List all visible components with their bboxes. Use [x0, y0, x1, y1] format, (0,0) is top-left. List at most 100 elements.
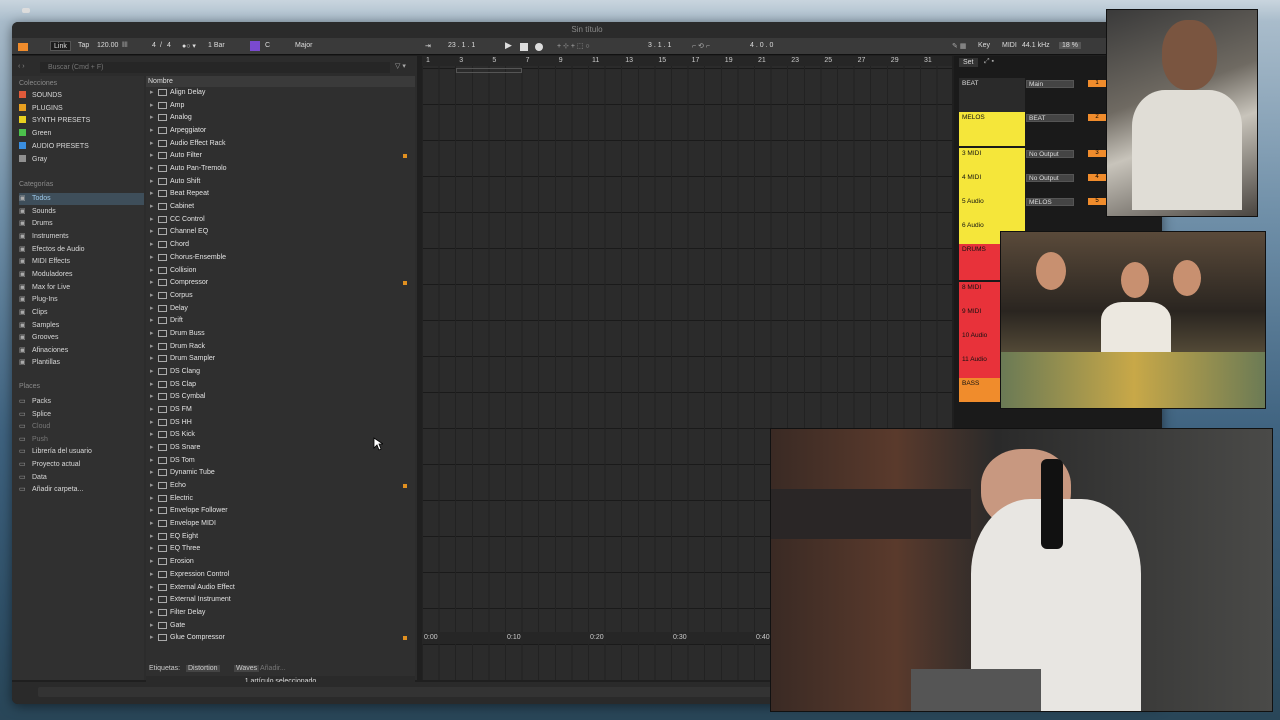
place-item[interactable]: ▭ Añadir carpeta... — [19, 484, 144, 496]
key-root-select[interactable]: C — [265, 42, 270, 49]
list-item[interactable]: ▸ Analog — [146, 112, 415, 124]
list-item[interactable]: ▸ Drum Sampler — [146, 353, 415, 365]
track-header[interactable]: 3 MIDI — [959, 148, 1025, 172]
link-button[interactable]: Link — [50, 41, 71, 51]
place-item[interactable]: ▭ Packs — [19, 396, 144, 408]
place-item[interactable]: ▭ Cloud — [19, 421, 144, 433]
expand-arrow-icon[interactable]: ▸ — [150, 480, 154, 492]
list-item[interactable]: ▸ Glue Compressor — [146, 632, 415, 644]
track-header[interactable]: 4 MIDI — [959, 172, 1025, 196]
category-item[interactable]: ▣ Samples — [19, 320, 144, 332]
collection-item[interactable]: Gray — [19, 154, 144, 166]
expand-arrow-icon[interactable]: ▸ — [150, 582, 154, 594]
tap-button[interactable]: Tap — [78, 42, 89, 49]
list-item[interactable]: ▸ Arpeggiator — [146, 125, 415, 137]
quantize-menu[interactable]: 1 Bar — [208, 42, 225, 49]
category-item[interactable]: ▣ Efectos de Audio — [19, 244, 144, 256]
list-item[interactable]: ▸ Drum Rack — [146, 341, 415, 353]
list-item[interactable]: ▸ Dynamic Tube — [146, 467, 415, 479]
list-item[interactable]: ▸ Envelope Follower — [146, 505, 415, 517]
expand-arrow-icon[interactable]: ▸ — [150, 632, 154, 644]
track-header[interactable]: MELOS — [959, 112, 1025, 146]
expand-arrow-icon[interactable]: ▸ — [150, 125, 154, 137]
place-item[interactable]: ▭ Data — [19, 472, 144, 484]
list-item[interactable]: ▸ DS Cymbal — [146, 391, 415, 403]
list-item[interactable]: ▸ External Instrument — [146, 594, 415, 606]
metronome-icon[interactable]: ●○ ▾ — [182, 42, 196, 50]
collection-item[interactable]: PLUGINS — [19, 103, 144, 115]
stop-icon[interactable] — [520, 43, 528, 51]
expand-arrow-icon[interactable]: ▸ — [150, 505, 154, 517]
list-item[interactable]: ▸ Corpus — [146, 290, 415, 302]
beat-ruler[interactable]: 1 3 5 7 9 11 13 15 17 19 21 23 25 27 29 31 — [422, 56, 952, 66]
add-tag-button[interactable]: Añadir... — [260, 665, 286, 672]
list-item[interactable]: ▸ DS HH — [146, 417, 415, 429]
expand-arrow-icon[interactable]: ▸ — [150, 138, 154, 150]
expand-arrow-icon[interactable]: ▸ — [150, 112, 154, 124]
track-number[interactable]: 3 — [1088, 150, 1106, 157]
expand-arrow-icon[interactable]: ▸ — [150, 404, 154, 416]
category-item[interactable]: ▣ Moduladores — [19, 269, 144, 281]
collection-item[interactable]: Green — [19, 128, 144, 140]
category-item[interactable]: ▣ Plug-Ins — [19, 294, 144, 306]
list-item[interactable]: ▸ Echo — [146, 480, 415, 492]
list-item[interactable]: ▸ Drift — [146, 315, 415, 327]
category-item[interactable]: ▣ Drums — [19, 218, 144, 230]
play-icon[interactable]: ▶ — [505, 40, 512, 51]
list-item[interactable]: ▸ Filter Delay — [146, 607, 415, 619]
list-item[interactable]: ▸ Delay — [146, 303, 415, 315]
set-button[interactable]: Set — [959, 58, 978, 67]
list-item[interactable]: ▸ Cabinet — [146, 201, 415, 213]
search-input[interactable]: Buscar (Cmd + F) — [40, 62, 390, 73]
list-item[interactable]: ▸ Drum Buss — [146, 328, 415, 340]
category-item[interactable]: ▣ MIDI Effects — [19, 256, 144, 268]
track-header[interactable]: 5 Audio — [959, 196, 1025, 220]
apple-menu-icon[interactable] — [22, 8, 30, 13]
expand-arrow-icon[interactable]: ▸ — [150, 226, 154, 238]
expand-arrow-icon[interactable]: ▸ — [150, 455, 154, 467]
metronome-bars-icon[interactable]: ‖‖ — [122, 42, 128, 49]
list-item[interactable]: ▸ External Audio Effect — [146, 582, 415, 594]
output-routing-select[interactable]: No Output — [1026, 150, 1074, 158]
loop-brace[interactable] — [456, 68, 522, 73]
place-item[interactable]: ▭ Librería del usuario — [19, 446, 144, 458]
list-item[interactable]: ▸ Expression Control — [146, 569, 415, 581]
expand-arrow-icon[interactable]: ▸ — [150, 163, 154, 175]
expand-arrow-icon[interactable]: ▸ — [150, 328, 154, 340]
track-number[interactable]: 5 — [1088, 198, 1106, 205]
time-signature-num[interactable]: 4 — [152, 42, 156, 49]
category-item[interactable]: ▣ Instruments — [19, 231, 144, 243]
expand-arrow-icon[interactable]: ▸ — [150, 252, 154, 264]
list-item[interactable]: ▸ Auto Shift — [146, 176, 415, 188]
place-item[interactable]: ▭ Proyecto actual — [19, 459, 144, 471]
expand-arrow-icon[interactable]: ▸ — [150, 556, 154, 568]
expand-arrow-icon[interactable]: ▸ — [150, 620, 154, 632]
filter-icon[interactable]: ▽ ▾ — [395, 62, 406, 70]
category-item[interactable]: ▣ Afinaciones — [19, 345, 144, 357]
track-number[interactable]: 2 — [1088, 114, 1106, 121]
loop-length[interactable]: 4 . 0 . 0 — [750, 42, 773, 49]
category-item[interactable]: ▣ Plantillas — [19, 357, 144, 369]
expand-arrow-icon[interactable]: ▸ — [150, 188, 154, 200]
expand-arrow-icon[interactable]: ▸ — [150, 100, 154, 112]
expand-arrow-icon[interactable]: ▸ — [150, 543, 154, 555]
category-item[interactable]: ▣ Grooves — [19, 332, 144, 344]
expand-arrow-icon[interactable]: ▸ — [150, 518, 154, 530]
list-item[interactable]: ▸ Envelope MIDI — [146, 518, 415, 530]
list-item[interactable]: ▸ EQ Three — [146, 543, 415, 555]
list-header[interactable]: Nombre — [146, 76, 415, 87]
collection-item[interactable]: AUDIO PRESETS — [19, 141, 144, 153]
list-item[interactable]: ▸ Amp — [146, 100, 415, 112]
expand-arrow-icon[interactable]: ▸ — [150, 467, 154, 479]
expand-arrow-icon[interactable]: ▸ — [150, 341, 154, 353]
draw-mode-icon[interactable]: ✎ ▦ — [952, 42, 966, 50]
follow-icon[interactable]: ⇥ — [425, 42, 431, 50]
back-forward-icon[interactable]: ‹ › — [18, 63, 25, 70]
expand-arrow-icon[interactable]: ▸ — [150, 150, 154, 162]
list-item[interactable]: ▸ DS Tom — [146, 455, 415, 467]
expand-arrow-icon[interactable]: ▸ — [150, 201, 154, 213]
category-item[interactable]: ▣ Todos — [19, 193, 144, 205]
expand-arrow-icon[interactable]: ▸ — [150, 493, 154, 505]
list-item[interactable]: ▸ Beat Repeat — [146, 188, 415, 200]
category-item[interactable]: ▣ Clips — [19, 307, 144, 319]
